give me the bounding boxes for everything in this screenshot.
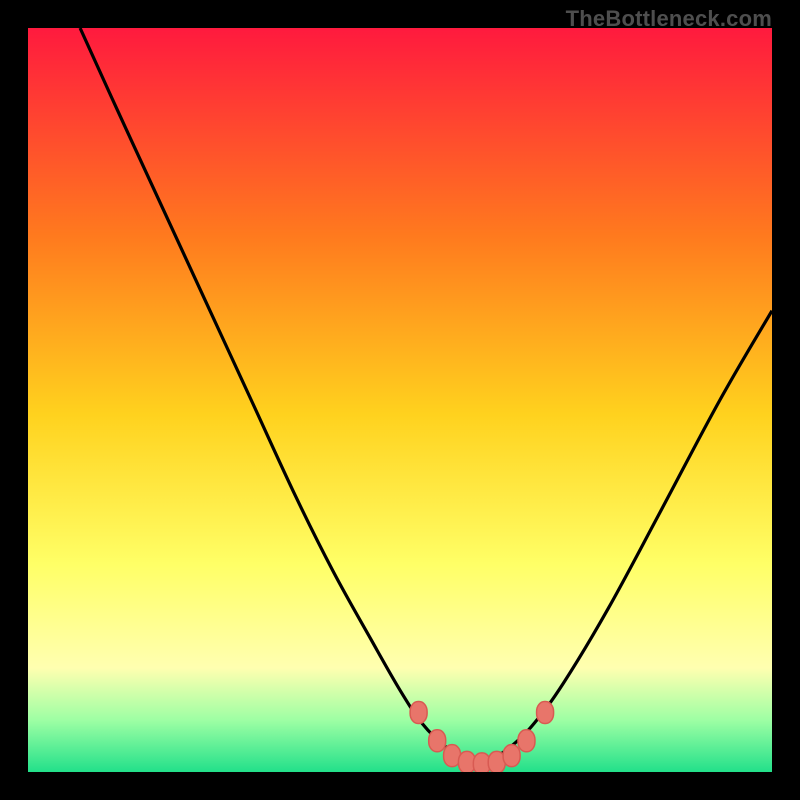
highlight-marker <box>503 745 520 767</box>
chart-svg <box>28 28 772 772</box>
highlight-marker <box>429 730 446 752</box>
highlight-marker <box>410 701 427 723</box>
chart-frame: { "watermark": "TheBottleneck.com", "col… <box>0 0 800 800</box>
highlight-marker <box>518 730 535 752</box>
highlight-marker <box>537 701 554 723</box>
chart-plot-area <box>28 28 772 772</box>
gradient-background <box>28 28 772 772</box>
